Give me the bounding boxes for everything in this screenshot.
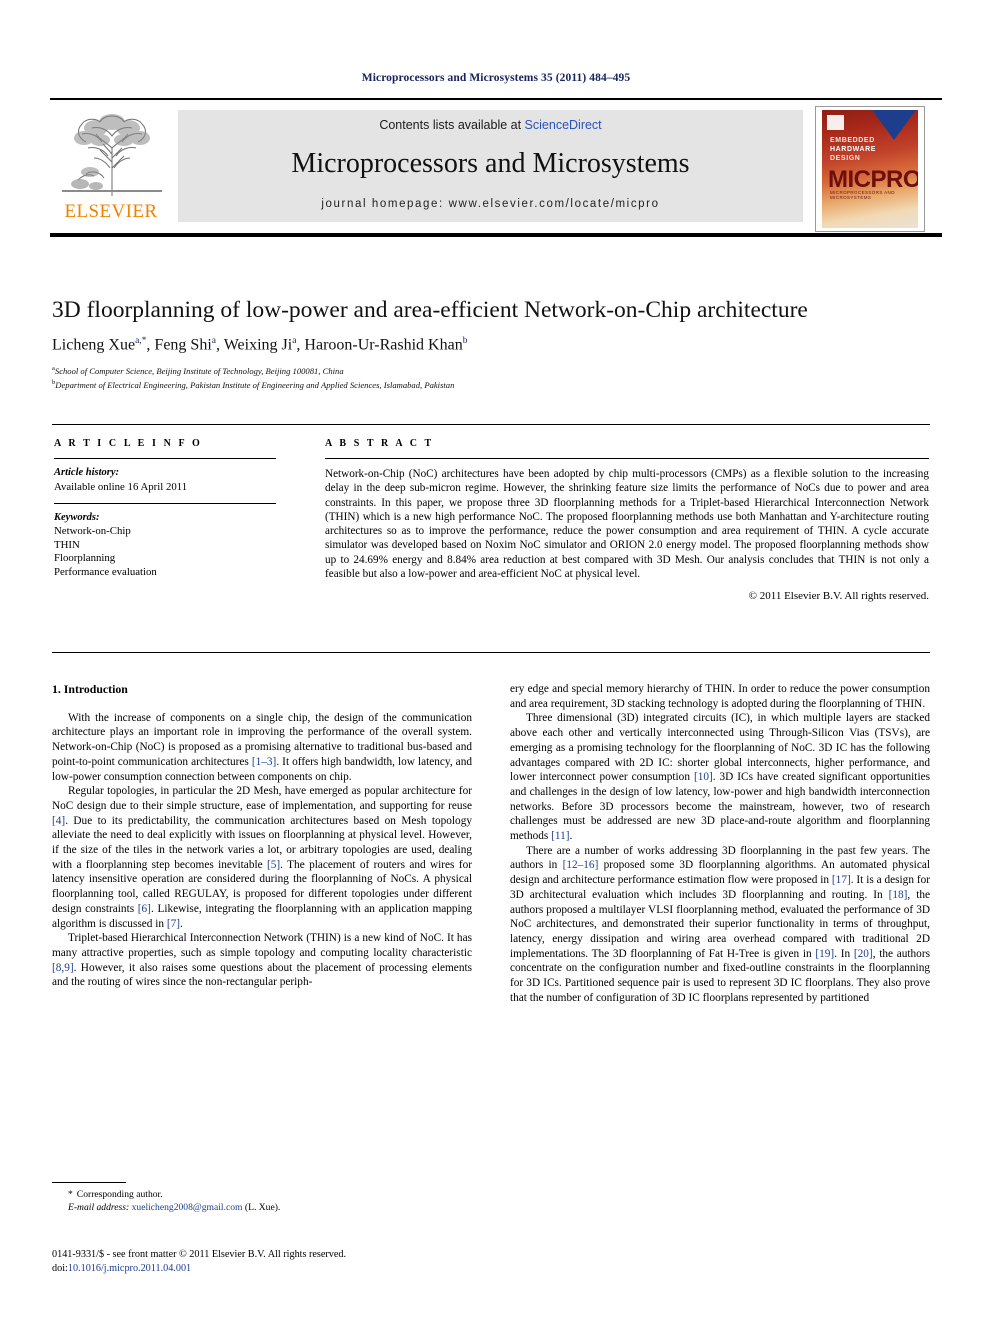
corresponding-author-note: * Corresponding author. xyxy=(52,1188,472,1201)
footer-block: 0141-9331/$ - see front matter © 2011 El… xyxy=(52,1248,522,1275)
abstract-copyright: © 2011 Elsevier B.V. All rights reserved… xyxy=(748,590,929,603)
cover-elsevier-mark xyxy=(827,115,844,130)
author-mark-0: a,* xyxy=(135,336,147,346)
body-paragraph: Three dimensional (3D) integrated circui… xyxy=(510,712,930,843)
sciencedirect-link[interactable]: ScienceDirect xyxy=(525,118,602,132)
journal-cover-art: EMBEDDED HARDWARE DESIGN MICPRO MICROPRO… xyxy=(822,110,918,228)
citation-ref[interactable]: [8,9] xyxy=(52,962,74,974)
journal-cover-thumbnail: EMBEDDED HARDWARE DESIGN MICPRO MICROPRO… xyxy=(815,106,925,232)
keywords-list: Network-on-Chip THIN Floorplanning Perfo… xyxy=(54,525,276,579)
abstract-heading: A B S T R A C T xyxy=(325,438,434,449)
doi-link[interactable]: 10.1016/j.micpro.2011.04.001 xyxy=(68,1263,191,1274)
corresponding-author-text: Corresponding author. xyxy=(76,1189,163,1200)
affiliation-text-a: School of Computer Science, Beijing Inst… xyxy=(54,365,344,376)
page-title: 3D floorplanning of low-power and area-e… xyxy=(52,297,808,323)
citation-ref[interactable]: [12–16] xyxy=(563,859,599,871)
abstract-block: A B S T R A C T Network-on-Chip (NoC) ar… xyxy=(325,438,929,602)
journal-masthead: ELSEVIER Contents lists available at Sci… xyxy=(50,98,942,238)
abstract-rule xyxy=(325,458,929,459)
article-history-value: Available online 16 April 2011 xyxy=(54,481,188,493)
journal-homepage-link[interactable]: journal homepage: www.elsevier.com/locat… xyxy=(178,198,803,210)
masthead-bottom-rule xyxy=(50,233,942,237)
body-paragraph: There are a number of works addressing 3… xyxy=(510,844,931,1004)
cover-kicker-line3: DESIGN xyxy=(830,155,861,162)
affiliation-text-b: Department of Electrical Engineering, Pa… xyxy=(55,379,455,390)
keyword-item: Network-on-Chip xyxy=(54,525,131,537)
affiliation-b: bDepartment of Electrical Engineering, P… xyxy=(52,377,942,391)
citation-ref[interactable]: [20] xyxy=(854,948,873,960)
affiliations: aSchool of Computer Science, Beijing Ins… xyxy=(52,363,942,391)
running-head: Microprocessors and Microsystems 35 (201… xyxy=(361,72,631,84)
abstract-body: Network-on-Chip (NoC) architectures have… xyxy=(325,468,929,581)
journal-title: Microprocessors and Microsystems xyxy=(291,148,690,179)
citation-ref[interactable]: [5] xyxy=(267,859,280,871)
article-info-rule-2 xyxy=(54,503,276,504)
author-list: Licheng Xuea,*, Feng Shia, Weixing Jia, … xyxy=(52,336,468,354)
cover-kicker-line2: HARDWARE xyxy=(830,146,877,153)
email-label: E-mail address: xyxy=(68,1202,130,1213)
author-mark-3: b xyxy=(462,336,468,346)
author-name-2: Weixing Ji xyxy=(223,336,293,354)
body-paragraph: Regular topologies, in particular the 2D… xyxy=(52,785,472,930)
footnote-rule xyxy=(52,1182,126,1183)
paper-page: Microprocessors and Microsystems 35 (201… xyxy=(0,0,992,1323)
citation-ref[interactable]: [6] xyxy=(138,903,151,915)
author-name-1: Feng Shi xyxy=(154,336,212,354)
asterisk-icon: * xyxy=(68,1189,73,1200)
article-history-label: Article history: xyxy=(54,467,120,478)
body-paragraph: Triplet-based Hierarchical Interconnecti… xyxy=(52,932,472,989)
body-paragraph: ery edge and special memory hierarchy of… xyxy=(510,683,930,710)
email-suffix: (L. Xue). xyxy=(244,1202,281,1213)
cover-kicker-line1: EMBEDDED xyxy=(830,137,875,144)
email-link[interactable]: xuelicheng2008@gmail.com xyxy=(132,1202,243,1213)
author-mark-1: a xyxy=(211,336,216,346)
keywords-label: Keywords: xyxy=(54,512,100,523)
body-column-right: ery edge and special memory hierarchy of… xyxy=(510,682,930,1005)
section-heading-introduction: 1. Introduction xyxy=(52,682,128,696)
citation-ref[interactable]: [11] xyxy=(551,830,569,842)
article-info-rule-1 xyxy=(54,458,276,459)
citation-ref[interactable]: [1–3] xyxy=(252,756,276,768)
masthead-top-rule xyxy=(50,98,942,100)
citation-ref[interactable]: [4] xyxy=(52,815,65,827)
citation-ref[interactable]: [10] xyxy=(694,771,713,783)
keyword-item: Performance evaluation xyxy=(54,565,157,578)
contents-prefix: Contents lists available at xyxy=(379,118,525,132)
footnote-block: * Corresponding author. E-mail address: x… xyxy=(52,1188,472,1214)
elsevier-logo: ELSEVIER xyxy=(52,108,170,228)
citation-ref[interactable]: [19] xyxy=(815,948,834,960)
body-column-left: 1. Introduction With the increase of com… xyxy=(52,682,472,990)
body-paragraph: With the increase of components on a sin… xyxy=(52,711,472,783)
affiliation-a: aSchool of Computer Science, Beijing Ins… xyxy=(52,363,942,377)
doi-line: doi:10.1016/j.micpro.2011.04.001 xyxy=(52,1262,522,1276)
article-info-block: A R T I C L E I N F O Article history: A… xyxy=(54,438,276,579)
abstract-band-top-rule xyxy=(52,424,930,425)
citation-ref[interactable]: [7] xyxy=(167,918,180,930)
abstract-band-bottom-rule xyxy=(52,652,930,653)
citation-ref[interactable]: [18] xyxy=(889,889,908,901)
author-name-3: Haroon-Ur-Rashid Khan xyxy=(304,336,463,354)
email-note: E-mail address: xuelicheng2008@gmail.com… xyxy=(52,1201,472,1214)
issn-copyright-line: 0141-9331/$ - see front matter © 2011 El… xyxy=(52,1249,347,1260)
doi-label: doi: xyxy=(52,1262,68,1274)
contents-banner: Contents lists available at ScienceDirec… xyxy=(178,110,803,222)
elsevier-wordmark: ELSEVIER xyxy=(64,201,158,222)
cover-triangle-icon xyxy=(872,110,916,140)
contents-available-line: Contents lists available at ScienceDirec… xyxy=(178,118,803,132)
author-name-0: Licheng Xue xyxy=(52,336,136,354)
cover-kicker: EMBEDDED HARDWARE DESIGN xyxy=(830,136,876,163)
cover-subtitle: MICROPROCESSORS AND MICROSYSTEMS xyxy=(830,190,895,200)
elsevier-tree-icon xyxy=(56,108,168,200)
author-mark-2: a xyxy=(292,336,297,346)
keyword-item: Floorplanning xyxy=(54,552,116,565)
article-info-heading: A R T I C L E I N F O xyxy=(54,438,203,449)
citation-ref[interactable]: [17] xyxy=(832,874,851,886)
keyword-item: THIN xyxy=(54,538,80,551)
